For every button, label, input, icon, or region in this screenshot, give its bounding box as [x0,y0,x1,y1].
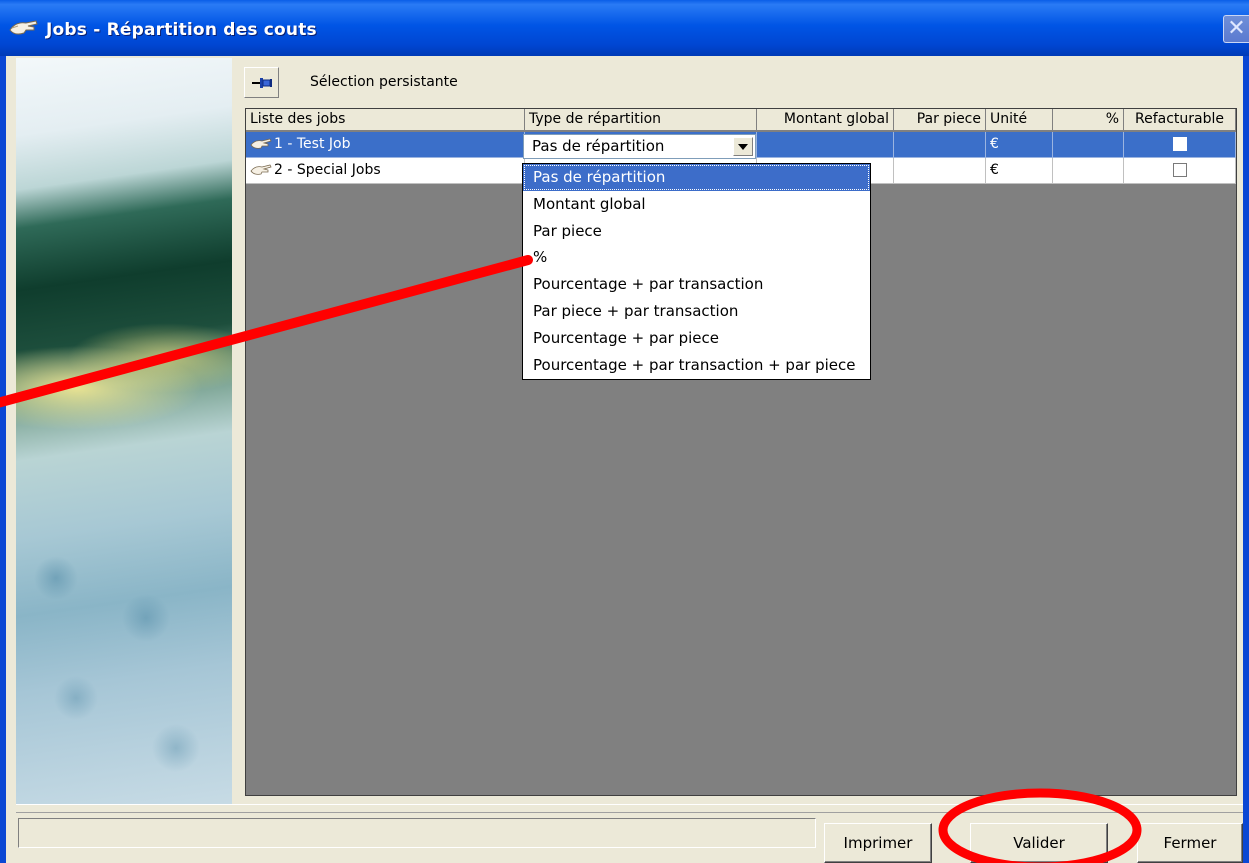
rebillable-checkbox[interactable] [1172,163,1187,177]
dropdown-option[interactable]: Par piece [523,218,870,245]
rebillable-checkbox[interactable] [1172,137,1187,151]
window-frame-left [0,56,6,863]
job-hand-icon [9,20,38,35]
unit-cell[interactable]: € [986,158,1053,184]
job-hand-icon [250,138,272,149]
distribution-type-dropdown-list[interactable]: Pas de répartition Montant global Par pi… [522,163,871,380]
window-title: Jobs - Répartition des couts [46,20,317,40]
status-separator [16,804,1243,812]
combobox-value: Pas de répartition [532,137,665,155]
column-header-global-amount[interactable]: Montant global [757,109,894,131]
validate-button[interactable]: Valider [970,823,1108,863]
global-amount-cell[interactable] [757,132,894,158]
dropdown-option[interactable]: Par piece + par transaction [523,298,870,325]
dropdown-option[interactable]: Pas de répartition [523,164,870,191]
combobox-dropdown-button[interactable] [733,137,753,156]
chevron-down-icon [738,143,748,150]
column-header-job-list[interactable]: Liste des jobs [246,109,525,131]
job-name: 2 - Special Jobs [274,162,381,178]
title-bar[interactable]: Jobs - Répartition des couts ✕ [0,0,1249,56]
column-header-rebillable[interactable]: Refacturable [1124,109,1236,131]
dropdown-option[interactable]: Pourcentage + par transaction [523,271,870,298]
job-hand-icon [250,164,272,175]
pin-button[interactable] [244,67,279,98]
column-header-distribution-type[interactable]: Type de répartition [525,109,757,131]
distribution-type-combobox[interactable]: Pas de répartition [523,134,756,159]
rebillable-cell[interactable] [1124,158,1236,184]
job-name: 1 - Test Job [274,136,351,152]
per-piece-cell[interactable] [894,132,986,158]
per-piece-cell[interactable] [894,158,986,184]
close-button[interactable]: Fermer [1137,823,1243,863]
percent-cell[interactable] [1053,158,1124,184]
persistent-selection-label: Sélection persistante [310,74,458,90]
unit-cell[interactable]: € [986,132,1053,158]
dropdown-option[interactable]: Pourcentage + par transaction + par piec… [523,352,870,379]
status-panel [18,818,816,848]
print-button[interactable]: Imprimer [824,823,932,863]
dropdown-option[interactable]: Montant global [523,191,870,218]
percent-cell[interactable] [1053,132,1124,158]
dropdown-option[interactable]: % [523,244,870,271]
column-header-percent[interactable]: % [1053,109,1124,131]
job-name-cell[interactable]: 2 - Special Jobs [246,158,525,184]
rebillable-cell[interactable] [1124,132,1236,158]
job-name-cell[interactable]: 1 - Test Job [246,132,525,158]
window-frame-right [1243,56,1249,863]
close-window-button[interactable]: ✕ [1223,15,1249,43]
dropdown-option[interactable]: Pourcentage + par piece [523,325,870,352]
decorative-side-image [16,58,232,804]
column-header-per-piece[interactable]: Par piece [894,109,986,131]
column-header-unit[interactable]: Unité [986,109,1053,131]
pin-icon [251,77,272,88]
